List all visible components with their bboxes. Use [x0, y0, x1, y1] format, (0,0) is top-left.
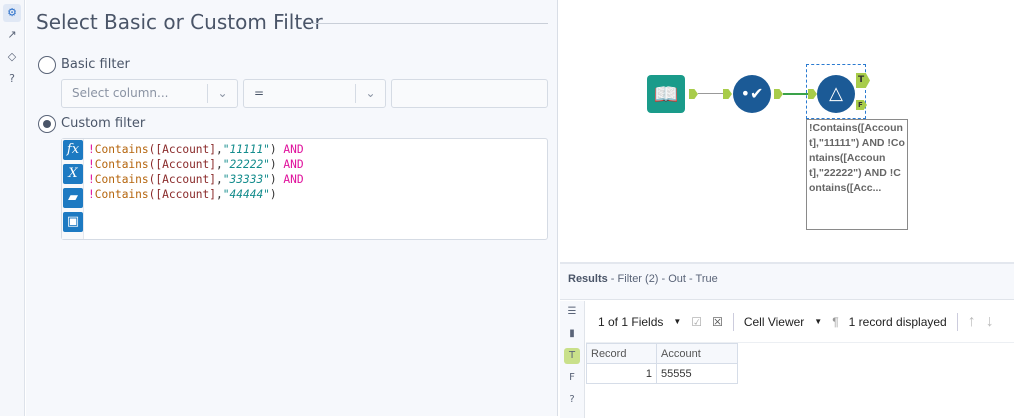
- results-sidebar: ☰ ▮ T F ?: [560, 301, 585, 418]
- column-select-placeholder: Select column...: [72, 86, 169, 100]
- code-token-field: [Account]: [155, 188, 217, 201]
- pilcrow-icon[interactable]: ¶: [832, 315, 838, 329]
- code-token-fn: Contains: [94, 188, 149, 201]
- code-token-comma: ,: [216, 173, 223, 186]
- column-header-record[interactable]: Record: [586, 343, 657, 364]
- chevron-down-icon: ⌄: [355, 84, 385, 103]
- list-icon[interactable]: ☰: [564, 304, 580, 320]
- divider: [956, 312, 958, 331]
- code-token-field: [Account]: [155, 158, 217, 171]
- connection-line: [783, 93, 808, 95]
- code-token-field: [Account]: [155, 143, 217, 156]
- code-token-fn: Contains: [94, 173, 149, 186]
- chevron-down-icon: ⌄: [207, 84, 237, 103]
- code-line: !Contains([Account],"33333") AND: [88, 172, 304, 187]
- caret-down-icon[interactable]: ▼: [814, 317, 822, 326]
- column-select[interactable]: Select column... ⌄: [61, 79, 238, 108]
- value-input[interactable]: [391, 79, 548, 108]
- code-token-field: [Account]: [155, 173, 217, 186]
- output-icon[interactable]: ↗: [3, 26, 21, 44]
- expression-code[interactable]: !Contains([Account],"11111") AND !Contain…: [88, 142, 304, 202]
- code-token-close: ): [269, 158, 277, 171]
- caret-down-icon[interactable]: ▼: [673, 317, 681, 326]
- output-anchor[interactable]: [774, 89, 783, 99]
- filter-tool-icon[interactable]: △: [817, 75, 855, 113]
- results-toolbar: 1 of 1 Fields ▼ ☑ ☒ Cell Viewer ▼ ¶ 1 re…: [586, 301, 1014, 343]
- cell-viewer-dropdown[interactable]: Cell Viewer: [744, 315, 804, 329]
- code-token-close: ): [269, 188, 277, 201]
- code-token-str: "44444": [222, 188, 270, 201]
- code-token-fn: Contains: [94, 143, 149, 156]
- config-icon-bar: ⚙ ↗ ◇ ?: [0, 0, 25, 416]
- code-token-comma: ,: [216, 188, 223, 201]
- fields-dropdown[interactable]: 1 of 1 Fields: [598, 315, 663, 329]
- record-cell[interactable]: 1: [586, 363, 657, 384]
- code-token-fn: Contains: [94, 158, 149, 171]
- account-cell[interactable]: 55555: [656, 363, 738, 384]
- configuration-panel: Select Basic or Custom Filter Basic filt…: [26, 0, 558, 416]
- basic-filter-label: Basic filter: [61, 57, 130, 72]
- code-line: !Contains([Account],"44444"): [88, 187, 304, 202]
- divider: [311, 23, 548, 24]
- help-icon[interactable]: ?: [3, 70, 21, 88]
- input-anchor[interactable]: [723, 89, 732, 99]
- help-icon[interactable]: ?: [564, 392, 580, 408]
- table-row[interactable]: 1 55555: [586, 363, 738, 384]
- results-table: Record Account 1 55555: [586, 343, 738, 384]
- code-token-op: AND: [276, 173, 304, 186]
- tag-icon[interactable]: ◇: [3, 48, 21, 66]
- code-token-str: "33333": [222, 173, 270, 186]
- results-subtitle: - Filter (2) - Out - True: [607, 273, 718, 285]
- tool-annotation: !Contains([Account],"11111") AND !Contai…: [806, 119, 908, 230]
- results-header: Results - Filter (2) - Out - True: [560, 264, 1014, 300]
- results-panel: Results - Filter (2) - Out - True ☰ ▮ T …: [560, 262, 1014, 418]
- code-token-bang: !: [88, 143, 95, 156]
- column-header-account[interactable]: Account: [656, 343, 738, 364]
- code-token-op: AND: [276, 158, 304, 171]
- operator-select[interactable]: = ⌄: [243, 79, 386, 108]
- connection-line: [698, 93, 723, 94]
- code-token-close: ): [269, 173, 277, 186]
- operator-value: =: [254, 86, 265, 100]
- code-token-str: "11111": [222, 143, 270, 156]
- true-output-icon[interactable]: T: [564, 348, 580, 364]
- output-anchor[interactable]: [689, 89, 698, 99]
- function-icon[interactable]: fx: [63, 140, 83, 160]
- false-output-icon[interactable]: F: [564, 370, 580, 386]
- variable-icon[interactable]: X: [63, 164, 83, 184]
- arrow-up-icon[interactable]: ↑: [968, 313, 976, 331]
- code-line: !Contains([Account],"11111") AND: [88, 142, 304, 157]
- save-icon[interactable]: ▣: [63, 212, 83, 232]
- custom-filter-label: Custom filter: [61, 116, 146, 131]
- workflow-canvas[interactable]: 📖 •✔ △ T F: [560, 0, 1014, 262]
- panel-title: Select Basic or Custom Filter: [36, 10, 323, 34]
- clear-icon[interactable]: ☒: [712, 315, 723, 329]
- custom-filter-radio[interactable]: [38, 115, 56, 133]
- input-anchor-icon[interactable]: ▮: [564, 326, 580, 342]
- record-count: 1 record displayed: [848, 314, 947, 329]
- input-data-tool-icon[interactable]: 📖: [647, 75, 685, 113]
- code-token-bang: !: [88, 158, 95, 171]
- select-tool-icon[interactable]: •✔: [733, 75, 771, 113]
- basic-filter-radio[interactable]: [38, 56, 56, 74]
- code-token-bang: !: [88, 173, 95, 186]
- code-token-bang: !: [88, 188, 95, 201]
- code-token-str: "22222": [222, 158, 270, 171]
- divider: [732, 312, 734, 331]
- gear-icon[interactable]: ⚙: [3, 4, 21, 22]
- code-line: !Contains([Account],"22222") AND: [88, 157, 304, 172]
- code-token-close: ): [269, 143, 277, 156]
- arrow-down-icon[interactable]: ↓: [986, 313, 994, 331]
- code-token-comma: ,: [216, 158, 223, 171]
- results-title: Results: [568, 273, 608, 285]
- true-anchor[interactable]: T: [856, 73, 870, 88]
- open-folder-icon[interactable]: ▰: [63, 188, 83, 208]
- code-token-op: AND: [276, 143, 304, 156]
- expression-editor[interactable]: fx X ▰ ▣ !Contains([Account],"11111") AN…: [61, 138, 548, 240]
- code-token-comma: ,: [216, 143, 223, 156]
- checkbox-icon[interactable]: ☑: [691, 315, 702, 329]
